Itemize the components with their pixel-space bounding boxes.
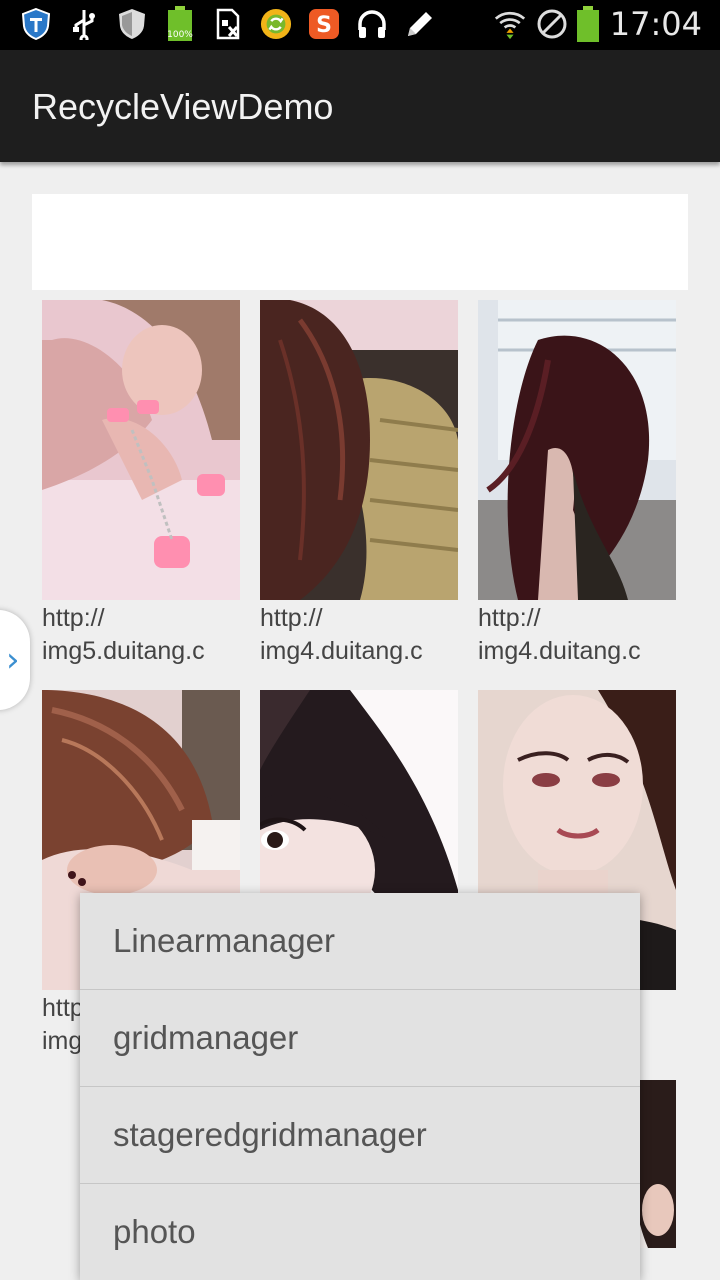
svg-text:S: S xyxy=(316,13,332,38)
chevron-right-icon: › xyxy=(6,640,20,680)
sim-icon xyxy=(212,8,244,40)
popup-menu: Linearmanager gridmanager stageredgridma… xyxy=(80,893,640,1280)
shield-icon xyxy=(20,8,52,40)
sogou-icon: S xyxy=(308,8,340,40)
menu-item-photo[interactable]: photo xyxy=(80,1184,640,1280)
drawer-handle[interactable]: › xyxy=(0,610,30,710)
menu-item-staggered-grid-manager[interactable]: stageredgridmanager xyxy=(80,1087,640,1184)
battery-full-icon: 100% xyxy=(164,6,196,41)
photo-thumbnail xyxy=(260,300,458,600)
app-bar: RecycleViewDemo xyxy=(0,50,720,162)
photo-thumbnail xyxy=(42,300,240,600)
wifi-icon xyxy=(494,8,526,40)
menu-item-grid-manager[interactable]: gridmanager xyxy=(80,990,640,1087)
header-view xyxy=(32,194,688,290)
photo-thumbnail xyxy=(478,300,676,600)
menu-item-linear-manager[interactable]: Linearmanager xyxy=(80,893,640,990)
refresh-icon xyxy=(260,8,292,40)
clock: 17:04 xyxy=(609,5,702,43)
image-url-caption: http:// img5.duitang.c xyxy=(42,604,205,665)
battery-icon xyxy=(572,6,604,42)
headset-icon xyxy=(356,8,388,40)
blocked-icon xyxy=(536,8,568,40)
svg-text:100%: 100% xyxy=(167,30,193,40)
pen-icon xyxy=(404,8,436,40)
usb-icon xyxy=(68,8,100,40)
image-url-caption: http:// img4.duitang.c xyxy=(260,604,423,665)
image-url-caption: http:// img4.duitang.c xyxy=(478,604,641,665)
app-title: RecycleViewDemo xyxy=(32,86,334,127)
status-bar: 100% S 17:04 xyxy=(0,0,720,50)
security-icon xyxy=(116,8,148,40)
